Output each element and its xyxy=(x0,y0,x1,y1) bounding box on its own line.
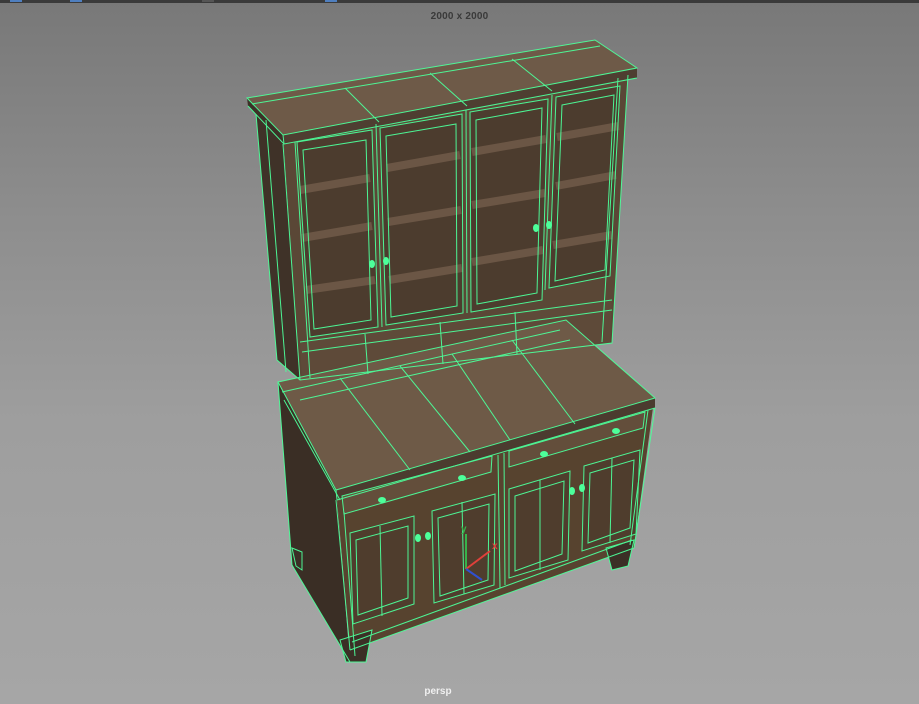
cabinet-model[interactable]: y x xyxy=(0,0,919,704)
hutch-cabinet-mesh[interactable] xyxy=(245,39,657,663)
camera-name-label: persp xyxy=(424,686,452,697)
axis-x-label: x xyxy=(492,541,498,552)
axis-y-label: y xyxy=(461,524,467,535)
viewport-perspective[interactable]: 2000 x 2000 y x persp xyxy=(0,0,919,704)
